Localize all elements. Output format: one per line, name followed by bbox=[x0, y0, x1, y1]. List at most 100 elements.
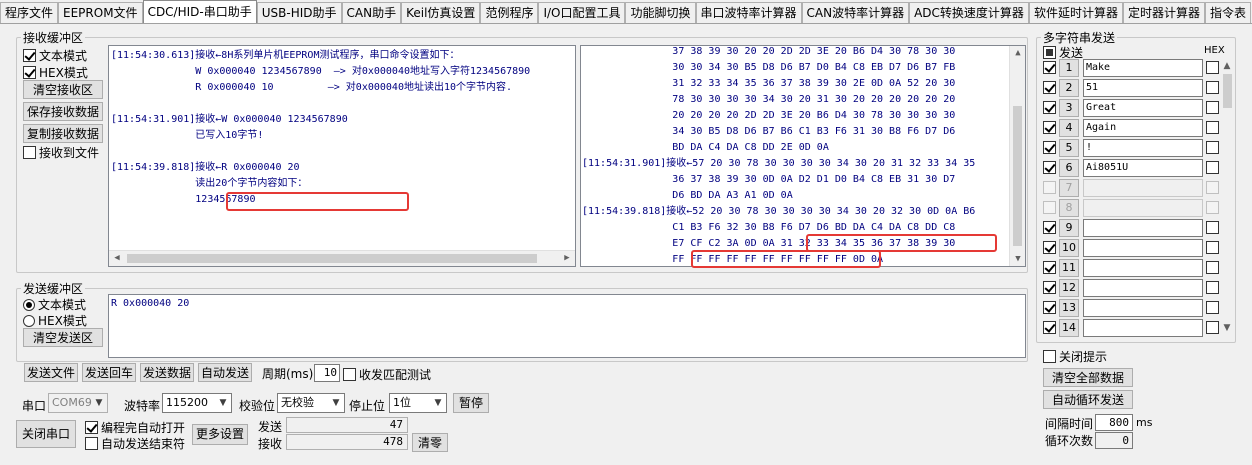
row-send-checkbox[interactable] bbox=[1043, 101, 1056, 114]
row-hex-checkbox[interactable] bbox=[1206, 61, 1219, 74]
tab-13[interactable]: 定时器计算器 bbox=[1122, 2, 1205, 23]
save-receive-button[interactable]: 保存接收数据 bbox=[23, 102, 103, 121]
row-text-input[interactable] bbox=[1083, 279, 1203, 297]
row-send-checkbox[interactable] bbox=[1043, 201, 1056, 214]
more-settings-button[interactable]: 更多设置 bbox=[192, 424, 248, 445]
row-text-input[interactable] bbox=[1083, 179, 1203, 197]
tab-5[interactable]: Keil仿真设置 bbox=[401, 2, 481, 23]
tab-9[interactable]: 串口波特率计算器 bbox=[695, 2, 802, 23]
close-port-button[interactable]: 关闭串口 bbox=[16, 420, 76, 448]
row-hex-checkbox[interactable] bbox=[1206, 321, 1219, 334]
row-send-checkbox[interactable] bbox=[1043, 161, 1056, 174]
tab-3[interactable]: USB-HID助手 bbox=[256, 2, 342, 23]
row-send-checkbox[interactable] bbox=[1043, 281, 1056, 294]
send-file-button[interactable]: 发送文件 bbox=[24, 363, 78, 382]
row-send-button[interactable]: 3 bbox=[1059, 99, 1079, 117]
row-hex-checkbox[interactable] bbox=[1206, 241, 1219, 254]
row-hex-checkbox[interactable] bbox=[1206, 201, 1219, 214]
tab-14[interactable]: 指令表 bbox=[1204, 2, 1251, 23]
auto-send-button[interactable]: 自动发送 bbox=[198, 363, 252, 382]
baud-select[interactable]: 115200 ▼ bbox=[162, 393, 232, 413]
row-send-button[interactable]: 14 bbox=[1059, 319, 1079, 337]
row-send-checkbox[interactable] bbox=[1043, 221, 1056, 234]
row-hex-checkbox[interactable] bbox=[1206, 181, 1219, 194]
tab-4[interactable]: CAN助手 bbox=[341, 2, 402, 23]
clear-receive-button[interactable]: 清空接收区 bbox=[23, 80, 103, 99]
port-select[interactable]: COM69 ▼ bbox=[48, 393, 108, 413]
row-hex-checkbox[interactable] bbox=[1206, 81, 1219, 94]
row-hex-checkbox[interactable] bbox=[1206, 161, 1219, 174]
row-text-input[interactable] bbox=[1083, 319, 1203, 337]
row-send-checkbox[interactable] bbox=[1043, 301, 1056, 314]
row-send-button[interactable]: 5 bbox=[1059, 139, 1079, 157]
row-hex-checkbox[interactable] bbox=[1206, 261, 1219, 274]
receive-hex-mode-checkbox[interactable]: HEX模式 bbox=[23, 64, 88, 81]
row-text-input[interactable]: 51 bbox=[1083, 79, 1203, 97]
auto-open-checkbox[interactable]: 编程完自动打开 bbox=[85, 419, 185, 436]
row-hex-checkbox[interactable] bbox=[1206, 281, 1219, 294]
row-hex-checkbox[interactable] bbox=[1206, 141, 1219, 154]
row-text-input[interactable] bbox=[1083, 299, 1203, 317]
stop-bits-select[interactable]: 1位 ▼ bbox=[389, 393, 447, 413]
receive-text-mode-checkbox[interactable]: 文本模式 bbox=[23, 47, 87, 64]
parity-select[interactable]: 无校验 ▼ bbox=[277, 393, 345, 413]
send-text-mode-radio[interactable]: 文本模式 bbox=[23, 296, 86, 313]
row-send-button[interactable]: 2 bbox=[1059, 79, 1079, 97]
row-send-button[interactable]: 10 bbox=[1059, 239, 1079, 257]
row-send-button[interactable]: 11 bbox=[1059, 259, 1079, 277]
receive-text-pane[interactable]: 1234567890 读出20个字节内容如下： [11:54:39.818]接收←… bbox=[108, 45, 576, 267]
row-send-checkbox[interactable] bbox=[1043, 61, 1056, 74]
row-text-input[interactable]: Make bbox=[1083, 59, 1203, 77]
row-hex-checkbox[interactable] bbox=[1206, 301, 1219, 314]
row-send-button[interactable]: 13 bbox=[1059, 299, 1079, 317]
row-send-checkbox[interactable] bbox=[1043, 321, 1056, 334]
row-send-button[interactable]: 9 bbox=[1059, 219, 1079, 237]
row-send-button[interactable]: 6 bbox=[1059, 159, 1079, 177]
receive-hex-vscroll[interactable]: ▲ ▼ bbox=[1009, 46, 1025, 266]
row-send-button[interactable]: 4 bbox=[1059, 119, 1079, 137]
clear-all-data-button[interactable]: 清空全部数据 bbox=[1043, 368, 1133, 387]
tab-6[interactable]: 范例程序 bbox=[480, 2, 539, 23]
send-enter-button[interactable]: 发送回车 bbox=[82, 363, 136, 382]
send-text-input[interactable]: R 0x000040 20 bbox=[108, 294, 1026, 358]
receive-text-hscroll[interactable]: ◀ ▶ bbox=[109, 250, 575, 266]
row-send-checkbox[interactable] bbox=[1043, 121, 1056, 134]
tab-0[interactable]: 程序文件 bbox=[0, 2, 59, 23]
period-input[interactable]: 10 bbox=[314, 364, 340, 382]
send-data-button[interactable]: 发送数据 bbox=[140, 363, 194, 382]
auto-end-checkbox[interactable]: 自动发送结束符 bbox=[85, 435, 185, 452]
clear-count-button[interactable]: 清零 bbox=[412, 433, 448, 452]
row-text-input[interactable] bbox=[1083, 259, 1203, 277]
row-text-input[interactable]: ! bbox=[1083, 139, 1203, 157]
row-send-button[interactable]: 1 bbox=[1059, 59, 1079, 77]
row-hex-checkbox[interactable] bbox=[1206, 101, 1219, 114]
tab-2[interactable]: CDC/HID-串口助手 bbox=[142, 0, 257, 23]
close-hint-checkbox[interactable]: 关闭提示 bbox=[1043, 348, 1107, 365]
row-text-input[interactable] bbox=[1083, 219, 1203, 237]
tab-12[interactable]: 软件延时计算器 bbox=[1028, 2, 1123, 23]
row-send-checkbox[interactable] bbox=[1043, 81, 1056, 94]
multi-string-scrollbar[interactable]: ▲ ▼ bbox=[1220, 58, 1235, 336]
row-send-checkbox[interactable] bbox=[1043, 261, 1056, 274]
row-text-input[interactable] bbox=[1083, 199, 1203, 217]
interval-input[interactable]: 800 bbox=[1095, 414, 1133, 431]
row-text-input[interactable] bbox=[1083, 239, 1203, 257]
pause-button[interactable]: 暂停 bbox=[453, 393, 489, 413]
row-send-checkbox[interactable] bbox=[1043, 181, 1056, 194]
tab-10[interactable]: CAN波特率计算器 bbox=[801, 2, 910, 23]
tab-8[interactable]: 功能脚切换 bbox=[625, 2, 696, 23]
row-send-button[interactable]: 8 bbox=[1059, 199, 1079, 217]
copy-receive-button[interactable]: 复制接收数据 bbox=[23, 124, 103, 143]
clear-send-button[interactable]: 清空发送区 bbox=[23, 328, 103, 347]
auto-loop-send-button[interactable]: 自动循环发送 bbox=[1043, 390, 1133, 409]
tab-11[interactable]: ADC转换速度计算器 bbox=[909, 2, 1029, 23]
row-text-input[interactable]: Ai8051U bbox=[1083, 159, 1203, 177]
row-text-input[interactable]: Again bbox=[1083, 119, 1203, 137]
row-send-button[interactable]: 7 bbox=[1059, 179, 1079, 197]
row-send-checkbox[interactable] bbox=[1043, 141, 1056, 154]
row-send-button[interactable]: 12 bbox=[1059, 279, 1079, 297]
row-hex-checkbox[interactable] bbox=[1206, 121, 1219, 134]
tab-1[interactable]: EEPROM文件 bbox=[58, 2, 143, 23]
row-send-checkbox[interactable] bbox=[1043, 241, 1056, 254]
receive-to-file-checkbox[interactable]: 接收到文件 bbox=[23, 144, 99, 161]
